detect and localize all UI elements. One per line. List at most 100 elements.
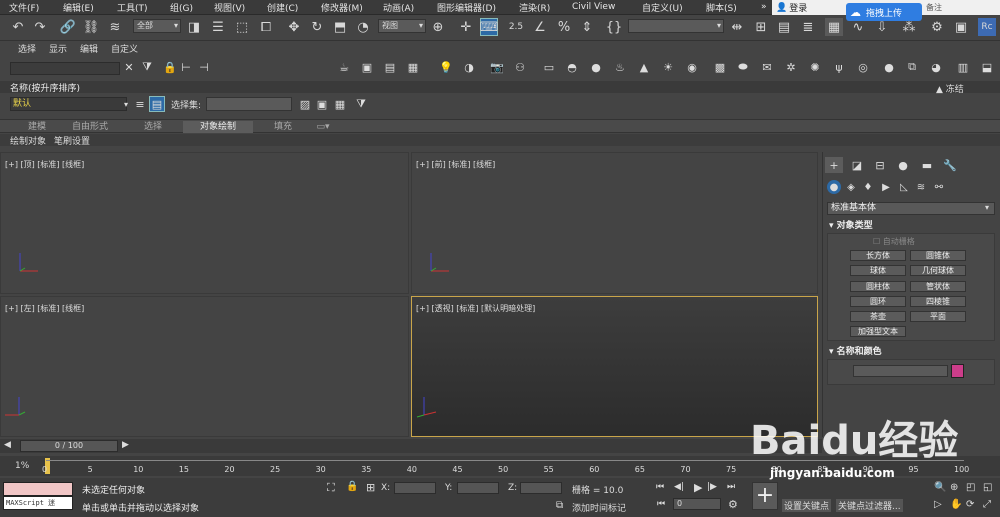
helpers-icon[interactable]: ◺ [897, 180, 911, 194]
camera-icon[interactable]: 📷 [489, 59, 505, 75]
render-window-icon[interactable]: ⬓ [979, 59, 995, 75]
subtab-brush-settings[interactable]: 笔刷设置 [54, 134, 90, 147]
menu-rendering[interactable]: 渲染(R) [519, 1, 550, 14]
scene-search-input[interactable] [10, 62, 120, 75]
maxscript-mini-listener[interactable] [3, 482, 73, 496]
selection-set-dropdown[interactable] [206, 97, 292, 111]
zoom-all-icon[interactable]: ⊕ [950, 482, 958, 493]
sun-icon[interactable]: ☀ [660, 59, 676, 75]
scene-states-icon[interactable]: ⧉ [904, 59, 920, 75]
layer-toggle-icon[interactable]: ▤ [149, 96, 165, 112]
checker-icon[interactable]: ▩ [712, 59, 728, 75]
render-settings-icon[interactable]: ▥ [955, 59, 971, 75]
pivot-icon[interactable]: ⊕ [429, 18, 447, 36]
render-teapot-icon[interactable]: ◕ [928, 59, 944, 75]
maxscript-input[interactable]: MAXScript 迷 [3, 496, 73, 510]
menu-overflow-icon[interactable]: » [761, 2, 767, 12]
select-by-name-icon[interactable]: ☰ [209, 18, 227, 36]
x-coord-field[interactable] [394, 482, 436, 494]
mirror-icon[interactable]: ⇹ [728, 18, 746, 36]
scale-icon[interactable]: ⬒ [331, 18, 349, 36]
ribbon-toggle-icon[interactable]: ▦ [825, 18, 843, 36]
menu-civil-view[interactable]: Civil View [572, 2, 615, 12]
reference-coord-dropdown[interactable]: 视图 [378, 19, 426, 33]
layer-hierarchy-icon[interactable]: ⊣ [196, 59, 212, 75]
menu-edit[interactable]: 编辑(E) [63, 1, 94, 14]
sel-set-remove-icon[interactable]: ▦ [332, 96, 348, 112]
set-key-icon[interactable]: + [752, 482, 778, 510]
z-coord-field[interactable] [520, 482, 562, 494]
ribbon-tab-display[interactable]: 显示 [49, 42, 67, 55]
envelope-icon[interactable]: ✉ [759, 59, 775, 75]
rect-selection-icon[interactable]: ⬚ [233, 18, 251, 36]
maximize-viewport-icon[interactable]: ⤢ [983, 499, 991, 510]
display-tab-icon[interactable]: ▬ [918, 157, 936, 173]
modify-tab-icon[interactable]: ◪ [848, 157, 866, 173]
time-slider-thumb[interactable]: 0 / 100 [20, 440, 118, 452]
zoom-extents-all-icon[interactable]: ◱ [983, 482, 992, 493]
align-icon[interactable]: ⊞ [752, 18, 770, 36]
gear-cluster-icon[interactable]: ✲ [783, 59, 799, 75]
category-dropdown[interactable]: 标准基本体 [827, 202, 995, 215]
pinwheel-icon[interactable]: ✺ [807, 59, 823, 75]
menu-create[interactable]: 创建(C) [267, 1, 298, 14]
rotate-icon[interactable]: ↻ [308, 18, 326, 36]
current-frame-field[interactable]: 0 [673, 498, 721, 510]
cone-icon[interactable]: ▲ [636, 59, 652, 75]
bind-spacewarp-icon[interactable]: ≋ [106, 18, 124, 36]
clear-search-icon[interactable]: ✕ [121, 59, 137, 75]
gtab-options-icon[interactable]: ▭▾ [313, 121, 333, 133]
object-color-swatch[interactable] [951, 364, 964, 378]
gtab-object-paint[interactable]: 对象绘制 [183, 121, 253, 133]
shapes-icon[interactable]: ◈ [844, 180, 858, 194]
subtab-paint-objects[interactable]: 绘制对象 [10, 134, 46, 147]
viewport-front-label[interactable]: [+] [前] [标准] [线框] [416, 159, 495, 170]
cone-button[interactable]: 圆锥体 [910, 250, 966, 261]
prev-frame-icon[interactable]: ◀ [4, 440, 11, 450]
keyboard-shortcut-icon[interactable]: ⌨ [480, 18, 498, 36]
spacewarps-icon[interactable]: ≋ [914, 180, 928, 194]
render-icon[interactable]: ▣ [359, 59, 375, 75]
gtab-modeling[interactable]: 建模 [22, 121, 52, 133]
viewport-persp-label[interactable]: [+] [透视] [标准] [默认明暗处理] [416, 303, 535, 314]
menu-group[interactable]: 组(G) [170, 1, 193, 14]
light-bulb-icon[interactable]: 💡 [438, 59, 454, 75]
geometry-icon[interactable]: ● [827, 180, 841, 194]
box-icon[interactable]: ▭ [541, 59, 557, 75]
capsule-icon[interactable]: ⬬ [735, 59, 751, 75]
tube-button[interactable]: 管状体 [910, 281, 966, 292]
undo-icon[interactable]: ↶ [9, 18, 27, 36]
menu-file[interactable]: 文件(F) [9, 1, 39, 14]
autogrid-checkbox[interactable]: ☐ 自动栅格 [873, 236, 915, 247]
list-icon[interactable]: ▤ [382, 59, 398, 75]
name-color-rollout-header[interactable]: ▾ 名称和颜色 [827, 347, 995, 358]
zoom-icon[interactable]: 🔍 [934, 482, 946, 493]
object-type-rollout-header[interactable]: ▾ 对象类型 [827, 221, 995, 232]
edit-named-sel-icon[interactable]: {} [605, 18, 623, 36]
viewport-left-label[interactable]: [+] [左] [标准] [线框] [5, 303, 84, 314]
redo-icon[interactable]: ↷ [31, 18, 49, 36]
goto-start-icon[interactable]: ⏮ [656, 482, 664, 492]
next-frame-icon[interactable]: ▶ [122, 440, 129, 450]
box-button[interactable]: 长方体 [850, 250, 906, 261]
gtab-selection[interactable]: 选择 [138, 121, 168, 133]
material-sphere-icon[interactable]: ● [881, 59, 897, 75]
fov-icon[interactable]: ▷ [934, 499, 942, 510]
link-icon[interactable]: 🔗 [59, 18, 77, 36]
create-tab-icon[interactable]: + [825, 157, 843, 173]
set-key-button[interactable]: 设置关键点 [782, 499, 832, 512]
pyramid-button[interactable]: 四棱锥 [910, 296, 966, 307]
time-tag-icon[interactable]: ⧉ [556, 500, 563, 511]
key-filters-button[interactable]: 关键点过滤器... [836, 499, 903, 512]
sel-set-add-icon[interactable]: ▨ [297, 96, 313, 112]
menu-animation[interactable]: 动画(A) [383, 1, 414, 14]
orbit-icon[interactable]: ⟳ [966, 499, 974, 510]
unlink-icon[interactable]: ⛓ [82, 18, 100, 36]
zoom-extents-icon[interactable]: ◰ [966, 482, 975, 493]
render-frame-icon[interactable]: ▣ [952, 18, 970, 36]
layer-stack-icon[interactable]: ≡ [132, 96, 148, 112]
render-setup-icon[interactable]: ⚙ [928, 18, 946, 36]
grid-list-icon[interactable]: ▦ [405, 59, 421, 75]
menu-tools[interactable]: 工具(T) [117, 1, 148, 14]
sphere-yellow-icon[interactable]: ◉ [684, 59, 700, 75]
